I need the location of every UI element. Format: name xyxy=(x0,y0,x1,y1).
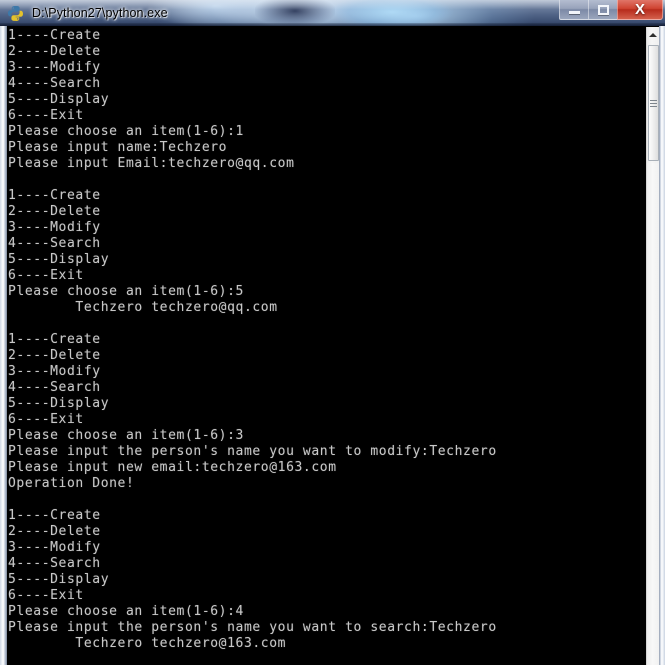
window-border-left xyxy=(0,26,7,665)
minimize-icon xyxy=(568,10,580,14)
window-controls: X xyxy=(559,0,663,22)
window-title: D:\Python27\python.exe xyxy=(32,6,168,20)
maximize-icon xyxy=(597,4,609,15)
close-button[interactable]: X xyxy=(617,0,663,20)
maximize-button[interactable] xyxy=(588,0,617,20)
python-logo-icon xyxy=(7,5,24,22)
scrollbar-track[interactable] xyxy=(647,163,659,665)
minimize-button[interactable] xyxy=(559,0,588,20)
vertical-scrollbar[interactable] xyxy=(646,27,659,665)
triangle-up-icon xyxy=(649,32,657,37)
close-icon: X xyxy=(634,1,645,18)
console-window: D:\Python27\python.exe X 1----Create 2--… xyxy=(0,0,665,665)
scrollbar-thumb[interactable] xyxy=(648,45,659,161)
grip-lines-icon xyxy=(650,99,657,107)
console-output-area[interactable]: 1----Create 2----Delete 3----Modify 4---… xyxy=(7,27,646,665)
window-border-right xyxy=(659,26,665,665)
scroll-up-button[interactable] xyxy=(647,27,659,42)
console-text: 1----Create 2----Delete 3----Modify 4---… xyxy=(8,28,497,651)
title-bar[interactable]: D:\Python27\python.exe X xyxy=(0,0,665,26)
